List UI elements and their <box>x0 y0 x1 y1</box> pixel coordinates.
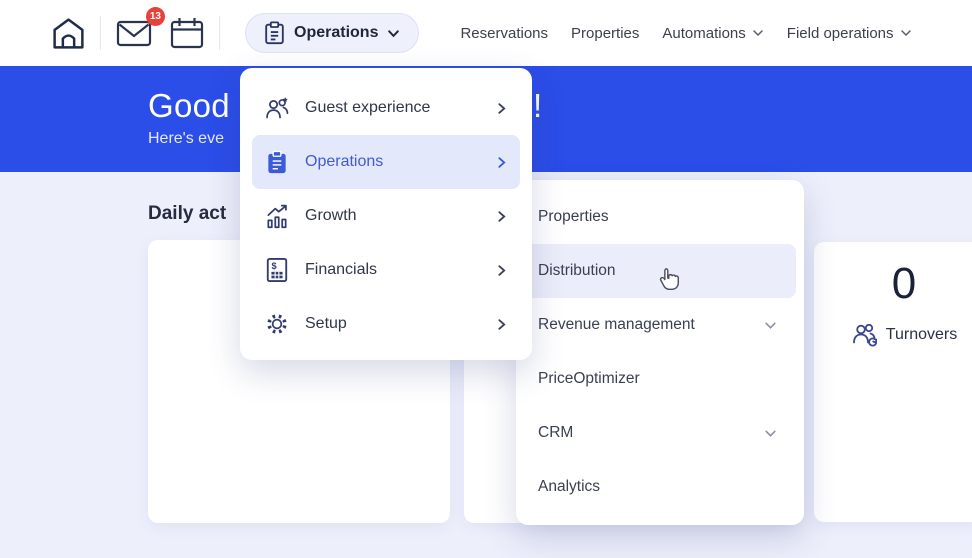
clipboard-icon <box>264 21 285 45</box>
submenu-item-label: Analytics <box>538 478 782 496</box>
menu-item-label: Operations <box>305 153 495 171</box>
section-title: Daily act <box>148 203 226 225</box>
submenu-item-label: Properties <box>538 208 782 226</box>
clipboard-icon <box>264 150 290 175</box>
chevron-right-icon <box>495 210 508 223</box>
top-nav: 13 Operations <box>0 0 972 66</box>
nav-link-label: Field operations <box>787 25 894 42</box>
chevron-down-icon <box>764 319 777 332</box>
submenu-item-label: CRM <box>538 424 764 442</box>
nav-link-field-operations[interactable]: Field operations <box>787 25 912 42</box>
operations-submenu: Properties Distribution Revenue manageme… <box>516 180 804 525</box>
mail-badge: 13 <box>146 7 165 26</box>
svg-text:$: $ <box>271 261 276 271</box>
submenu-item-priceoptimizer[interactable]: PriceOptimizer <box>524 352 796 406</box>
app-switcher-label: Operations <box>294 24 378 42</box>
calendar-icon[interactable] <box>168 15 206 52</box>
menu-item-operations[interactable]: Operations <box>252 135 520 189</box>
mail-icon[interactable]: 13 <box>114 16 154 50</box>
greeting-subtitle: Here's eve <box>148 130 224 148</box>
turnovers-value: 0 <box>892 260 916 308</box>
menu-item-setup[interactable]: Setup <box>252 297 520 351</box>
greeting-text-right: ! <box>533 87 542 125</box>
submenu-item-label: Revenue management <box>538 316 764 334</box>
turnovers-stat: 0 Turnovers <box>824 260 972 347</box>
menu-item-financials[interactable]: $ Financials <box>252 243 520 297</box>
financial-doc-icon: $ <box>264 257 290 283</box>
menu-item-growth[interactable]: Growth <box>252 189 520 243</box>
nav-link-label: Automations <box>662 25 745 42</box>
turnovers-icon <box>851 322 878 347</box>
home-icon[interactable] <box>50 15 87 52</box>
chevron-down-icon <box>752 27 764 39</box>
turnovers-label: Turnovers <box>886 326 957 344</box>
submenu-item-distribution[interactable]: Distribution <box>524 244 796 298</box>
menu-item-guest-experience[interactable]: Guest experience <box>252 81 520 135</box>
nav-divider <box>100 16 101 50</box>
nav-divider <box>219 16 220 50</box>
app-window: 13 Operations <box>0 0 972 558</box>
submenu-item-properties[interactable]: Properties <box>524 190 796 244</box>
growth-chart-icon <box>264 203 290 229</box>
submenu-item-revenue-management[interactable]: Revenue management <box>524 298 796 352</box>
submenu-item-crm[interactable]: CRM <box>524 406 796 460</box>
chevron-right-icon <box>495 318 508 331</box>
nav-link-reservations[interactable]: Reservations <box>460 25 548 42</box>
chevron-right-icon <box>495 156 508 169</box>
guests-icon <box>264 95 290 121</box>
chevron-right-icon <box>495 102 508 115</box>
menu-item-label: Financials <box>305 261 495 279</box>
menu-item-label: Guest experience <box>305 99 495 117</box>
operations-dropdown-menu: Guest experience Operations <box>240 68 532 360</box>
chevron-down-icon <box>900 27 912 39</box>
nav-link-label: Properties <box>571 25 639 42</box>
submenu-item-analytics[interactable]: Analytics <box>524 460 796 514</box>
chevron-down-icon <box>387 27 400 40</box>
nav-link-automations[interactable]: Automations <box>662 25 763 42</box>
nav-link-properties[interactable]: Properties <box>571 25 639 42</box>
nav-link-label: Reservations <box>460 25 548 42</box>
menu-item-label: Setup <box>305 315 495 333</box>
turnovers-card: 0 Turnovers <box>814 242 972 522</box>
gear-icon <box>264 311 290 337</box>
greeting-text-left: Good <box>148 87 230 125</box>
menu-item-label: Growth <box>305 207 495 225</box>
nav-links: Reservations Properties Automations Fiel… <box>460 25 911 42</box>
app-switcher-button[interactable]: Operations <box>245 13 419 53</box>
chevron-right-icon <box>495 264 508 277</box>
chevron-down-icon <box>764 427 777 440</box>
submenu-item-label: PriceOptimizer <box>538 370 782 388</box>
submenu-item-label: Distribution <box>538 262 782 280</box>
